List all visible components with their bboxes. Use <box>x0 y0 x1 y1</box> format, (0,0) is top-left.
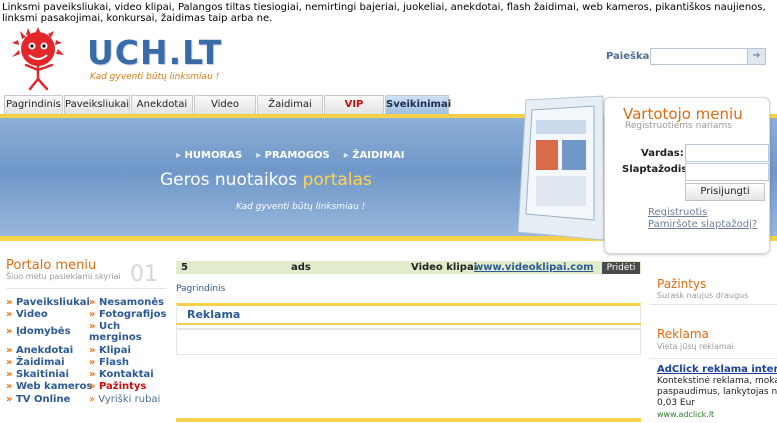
menu-item-uch-merginos[interactable]: Uch merginos <box>89 321 159 343</box>
banner-nav: HUMORAS PRAMOGOS ŽAIDIMAI <box>176 150 405 161</box>
portal-menu-subtitle: Šiuo metu pasiekiami skyriai <box>6 272 121 281</box>
reklama-panel-title: Reklama <box>187 308 241 321</box>
menu-item-tv-online[interactable]: TV Online <box>6 394 70 405</box>
password-input[interactable] <box>685 163 769 181</box>
feed-url-link[interactable]: www.videoklipai.com <box>474 262 594 273</box>
top-description: Linksmi paveiksliukai, video klipai, Pal… <box>2 2 766 24</box>
panel-stripe <box>176 323 641 325</box>
menu-item-flash[interactable]: Flash <box>89 357 129 368</box>
ad-line: 0,03 Eur <box>657 398 695 408</box>
smiley-mascot-logo[interactable] <box>4 25 78 91</box>
search-label: Paieška: <box>606 51 654 62</box>
portal-menu-title: Portalo meniu <box>6 258 97 273</box>
feed-label: Video klipai <box>411 262 478 273</box>
banner-nav-humoras[interactable]: HUMORAS <box>176 150 243 161</box>
feed-number: 5 <box>181 262 188 273</box>
logo-slogan: Kad gyventi būtų linksmiau ! <box>90 72 220 82</box>
main-nav-tabs: Pagrindinis Paveiksliukai Anekdotai Vide… <box>4 95 451 114</box>
divider <box>650 358 777 359</box>
breadcrumb[interactable]: Pagrindinis <box>176 284 225 294</box>
menu-item-paveiksliukai[interactable]: Paveiksliukai <box>6 297 90 308</box>
ad-text: Kontekstinė reklama, mokat paspaudimus, … <box>657 376 777 409</box>
arrow-right-icon: ➔ <box>752 51 761 61</box>
menu-item-vyriski-rubai[interactable]: Vyriški rubai <box>89 394 160 405</box>
banner-title-main: Geros nuotaikos <box>160 170 298 190</box>
bottom-stripe <box>176 418 641 422</box>
reklama-title: Reklama <box>657 327 709 341</box>
search-submit-button[interactable]: ➔ <box>747 48 766 65</box>
search-input[interactable] <box>650 48 752 65</box>
tab-video[interactable]: Video <box>194 95 256 114</box>
menu-item-anekdotai[interactable]: Anekdotai <box>6 345 73 356</box>
reklama-subtitle: Vieta jūsų reklamai <box>657 342 734 351</box>
banner-title: Geros nuotaikos portalas <box>160 170 372 190</box>
tab-pagrindinis[interactable]: Pagrindinis <box>4 95 63 114</box>
menu-item-fotografijos[interactable]: Fotografijos <box>89 309 166 320</box>
banner-nav-zaidimai[interactable]: ŽAIDIMAI <box>344 150 404 161</box>
menu-item-idomybes[interactable]: Įdomybės <box>6 326 71 337</box>
feed-ads-label: ads <box>291 262 311 273</box>
menu-item-nesamones[interactable]: Nesamonės <box>89 297 164 308</box>
content-panel <box>176 329 641 355</box>
login-subtitle: Registruotiems nariams <box>625 121 733 131</box>
menu-item-zaidimai[interactable]: Žaidimai <box>6 357 65 368</box>
reklama-panel <box>176 303 641 329</box>
banner-title-highlight: portalas <box>302 170 372 190</box>
tab-anekdotai[interactable]: Anekdotai <box>131 95 193 114</box>
tab-paveiksliukai[interactable]: Paveiksliukai <box>64 95 130 114</box>
banner-slogan: Kad gyventi būtų linksmiau ! <box>236 202 366 212</box>
password-label: Slaptažodis: <box>622 164 692 175</box>
menu-item-skaitiniai[interactable]: Skaitiniai <box>6 369 69 380</box>
pazintys-subtitle: Surask naujus draugus <box>657 291 749 300</box>
tab-vip[interactable]: VIP <box>324 95 384 114</box>
username-input[interactable] <box>685 144 769 162</box>
banner-nav-pramogos[interactable]: PRAMOGOS <box>256 150 330 161</box>
divider <box>650 304 777 305</box>
tab-zaidimai[interactable]: Žaidimai <box>257 95 323 114</box>
register-link[interactable]: Registruotis <box>648 207 707 218</box>
login-button[interactable]: Prisijungti <box>685 183 765 201</box>
ad-line: paspaudimus, lankytojas nu <box>657 387 777 397</box>
portal-menu-number: 01 <box>130 262 158 287</box>
menu-item-video[interactable]: Video <box>6 309 48 320</box>
username-label: Vardas: <box>641 148 684 159</box>
divider <box>6 288 166 289</box>
forgot-password-link[interactable]: Pamiršote slaptažodį? <box>648 219 757 230</box>
site-logo-text[interactable]: UCH.LT <box>87 33 222 72</box>
pazintys-title[interactable]: Pažintys <box>657 277 706 291</box>
tab-sveikinimai[interactable]: Sveikinimai <box>385 95 451 114</box>
tablet-device-image <box>517 95 605 241</box>
menu-item-pazintys[interactable]: Pažintys <box>89 381 146 392</box>
menu-item-web-kameros[interactable]: Web kameros <box>6 381 92 392</box>
ad-title-link[interactable]: AdClick reklama internete <box>657 364 777 375</box>
menu-item-kontaktai[interactable]: Kontaktai <box>89 369 154 380</box>
ad-line: Kontekstinė reklama, mokat <box>657 376 777 386</box>
menu-item-klipai[interactable]: Klipai <box>89 345 131 356</box>
add-link-button[interactable]: Pridėti <box>602 262 640 274</box>
ad-url[interactable]: www.adclick.lt <box>657 410 714 419</box>
